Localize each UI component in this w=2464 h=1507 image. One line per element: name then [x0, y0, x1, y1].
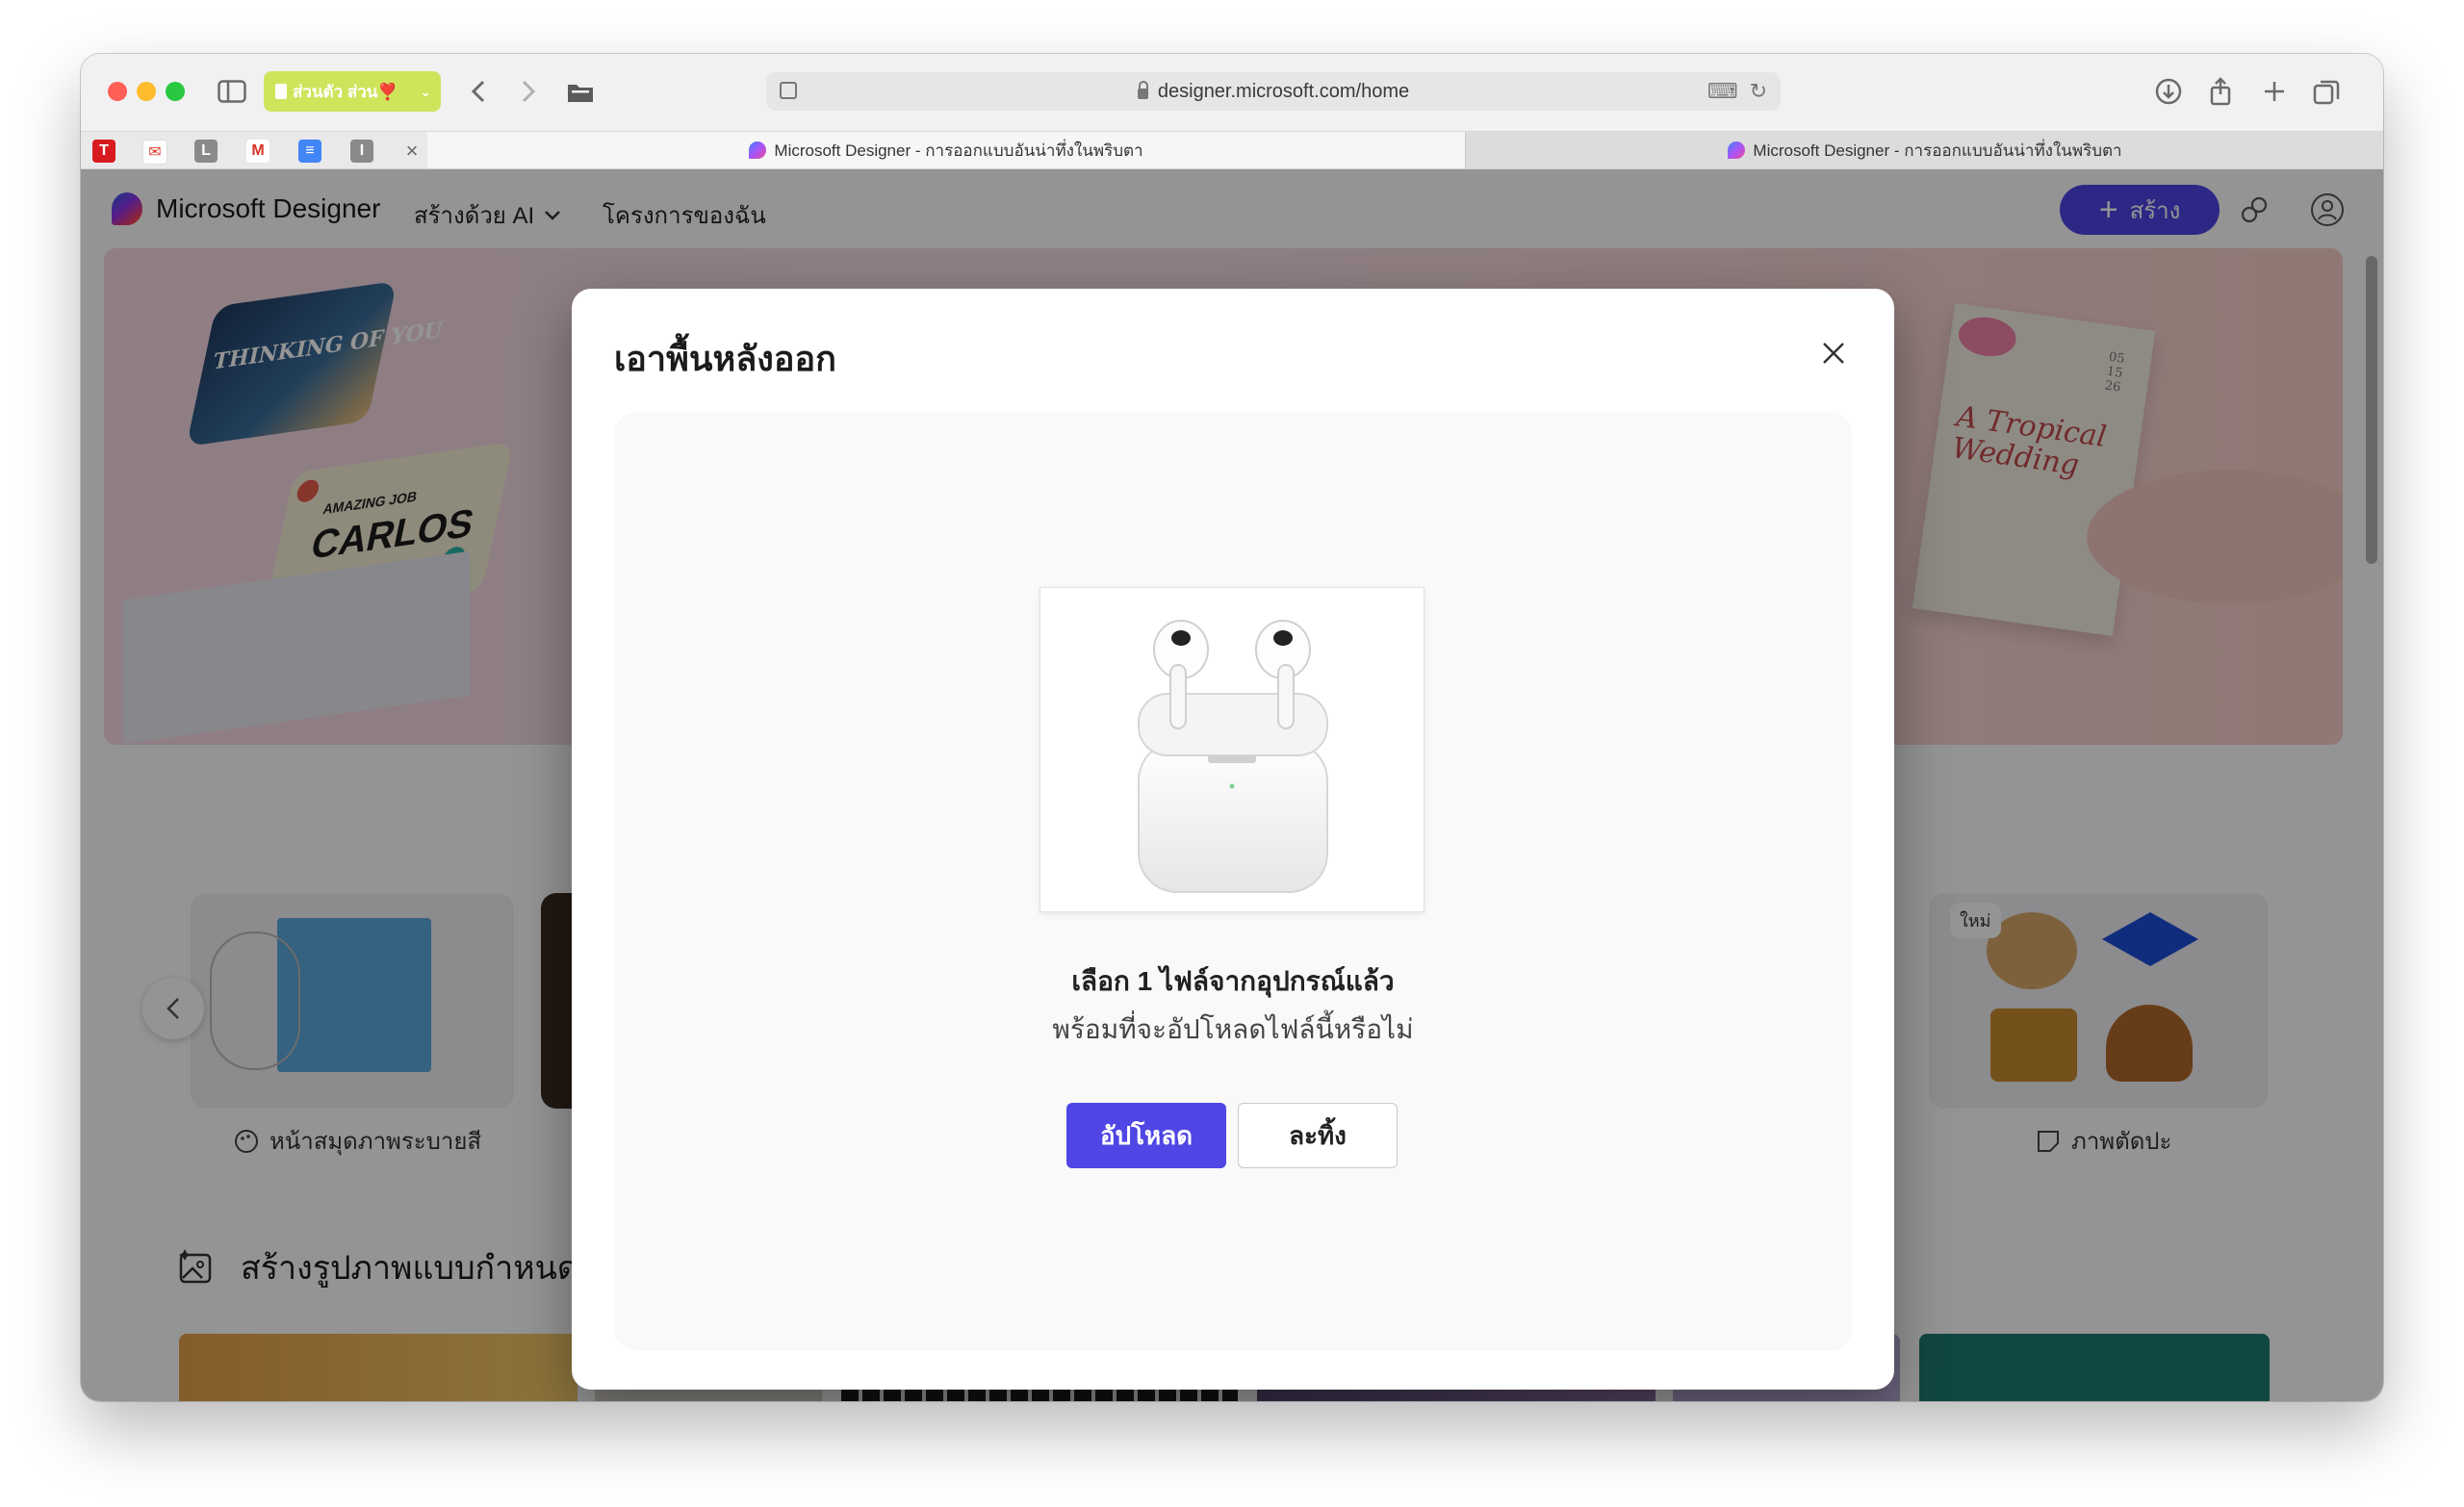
tab-title: Microsoft Designer - การออกแบบอันน่าทึ่ง… [1753, 140, 2122, 160]
profile-label: ส่วนตัว ส่วน❣️ [293, 82, 398, 101]
favicon-i[interactable]: I [350, 140, 373, 163]
downloads-icon[interactable] [2152, 75, 2185, 108]
tab-designer-inactive[interactable]: Microsoft Designer - การออกแบบอันน่าทึ่ง… [1465, 132, 2383, 168]
sidebar-toggle-icon[interactable] [216, 75, 248, 108]
upload-button[interactable]: อัปโหลด [1066, 1103, 1226, 1168]
share-icon[interactable] [2204, 75, 2237, 108]
tab-designer-active[interactable]: Microsoft Designer - การออกแบบอันน่าทึ่ง… [427, 132, 1465, 168]
browser-window: ส่วนตัว ส่วน❣️ ⌄ designer.microsoft.com/… [81, 54, 2383, 1401]
designer-logo-icon [1728, 141, 1746, 159]
close-tab-icon[interactable]: × [400, 139, 424, 163]
upload-question: พร้อมที่จะอัปโหลดไฟล์นี้หรือไม่ [1052, 1014, 1414, 1044]
translate-icon[interactable]: ⌨ [1707, 79, 1738, 104]
new-tab-icon[interactable] [2258, 75, 2291, 108]
favicon-gmail[interactable]: M [246, 140, 270, 163]
reload-icon[interactable]: ↻ [1750, 79, 1767, 104]
tab-title: Microsoft Designer - การออกแบบอันน่าทึ่ง… [774, 140, 1143, 160]
selected-file-message: เลือก 1 ไฟล์จากอุปกรณ์แล้ว [1071, 966, 1395, 996]
dialog-title: เอาพื้นหลังออก [614, 339, 836, 378]
dialog-body: เลือก 1 ไฟล์จากอุปกรณ์แล้ว พร้อมที่จะอัป… [614, 412, 1852, 1351]
address-bar[interactable]: designer.microsoft.com/home ⌨ ↻ [766, 72, 1781, 111]
close-window-button[interactable] [108, 82, 127, 101]
profile-switcher[interactable]: ส่วนตัว ส่วน❣️ ⌄ [264, 71, 441, 112]
close-icon[interactable] [1819, 339, 1848, 368]
page-content: Microsoft Designer สร้างด้วย AI โครงการข… [81, 169, 2383, 1401]
forward-icon[interactable] [514, 75, 543, 108]
page-menu-icon[interactable] [780, 82, 797, 99]
back-icon[interactable] [464, 75, 493, 108]
designer-logo-icon [749, 141, 767, 159]
image-preview [1040, 587, 1424, 912]
favicon-docs[interactable]: ≡ [298, 140, 321, 163]
minimize-window-button[interactable] [137, 82, 156, 101]
favicon-t[interactable]: T [92, 140, 116, 163]
remove-background-dialog: เอาพื้นหลังออก เลือก 1 ไฟล์จากอุปกรณ์แล้… [572, 289, 1894, 1390]
discard-button[interactable]: ละทิ้ง [1238, 1103, 1398, 1168]
lock-icon [1137, 80, 1148, 99]
title-bar: ส่วนตัว ส่วน❣️ ⌄ designer.microsoft.com/… [81, 54, 2383, 131]
chevron-down-icon: ⌄ [420, 83, 431, 99]
tab-overview-icon[interactable] [2310, 75, 2343, 108]
url-text: designer.microsoft.com/home [1157, 80, 1410, 102]
tab-groups-icon[interactable] [564, 75, 597, 108]
favicon-mail-app[interactable]: ✉ [142, 140, 167, 165]
earbuds-image [1138, 620, 1328, 893]
tab-bar: T ✉ L M ≡ I × Microsoft Designer - การออ… [81, 131, 2383, 169]
zoom-window-button[interactable] [166, 82, 185, 101]
favicon-l[interactable]: L [194, 140, 218, 163]
profile-icon [275, 84, 287, 99]
